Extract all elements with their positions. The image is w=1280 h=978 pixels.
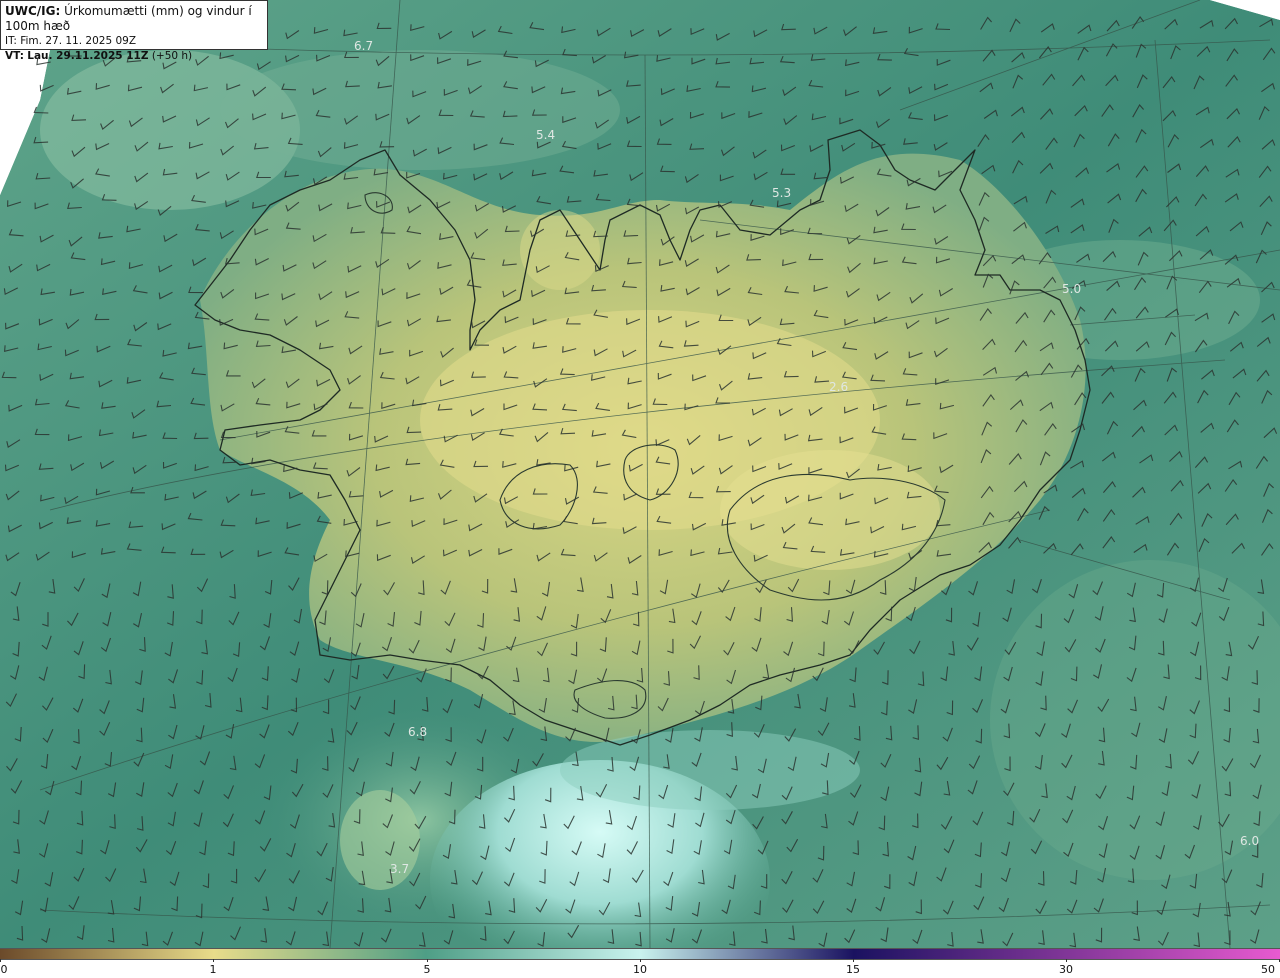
colorbar-tick <box>213 959 214 962</box>
label-5-0: 5.0 <box>1062 282 1081 296</box>
colorbar-tick-label: 0 <box>0 963 8 976</box>
colorbar-tick <box>1066 959 1067 962</box>
label-5-4: 5.4 <box>536 128 555 142</box>
colorbar-tick-label: 1 <box>209 963 217 976</box>
colorbar-tick-label: 10 <box>633 963 647 976</box>
colorbar-tick <box>640 959 641 962</box>
label-6-8: 6.8 <box>408 725 427 739</box>
colorbar-tick <box>427 959 428 962</box>
title-line: UWC/IG: Úrkomumætti (mm) og vindur í 100… <box>5 4 263 34</box>
label-6-0: 6.0 <box>1240 834 1259 848</box>
colorbar-tick-label: 50 <box>1261 963 1275 976</box>
label-3-7: 3.7 <box>390 862 409 876</box>
forecast-info-box: UWC/IG: Úrkomumætti (mm) og vindur í 100… <box>0 0 268 62</box>
colorbar-tick-label: 15 <box>846 963 860 976</box>
colorbar-tick-label: 5 <box>423 963 431 976</box>
label-2-6: 2.6 <box>829 380 848 394</box>
label-6-7: 6.7 <box>354 39 373 53</box>
valid-prefix: VT: <box>5 50 24 62</box>
model-name: UWC/IG: <box>5 4 61 18</box>
colorbar-legend: 0 1 5 10 15 30 50 <box>0 948 1280 978</box>
colorbar-tick <box>0 959 1 962</box>
valid-time: Lau. 29.11.2025 11Z <box>27 50 149 62</box>
label-5-3: 5.3 <box>772 186 791 200</box>
colorbar-tick <box>853 959 854 962</box>
lead-time: (+50 h) <box>151 50 193 62</box>
init-time: IT: Fim. 27. 11. 2025 09Z <box>5 35 137 47</box>
valid-time-line: VT: Lau. 29.11.2025 11Z (+50 h) <box>5 49 263 64</box>
map-canvas: 6.7 5.4 5.3 5.0 2.6 6.8 3.7 6.0 <box>0 0 1280 948</box>
forecast-map: 6.7 5.4 5.3 5.0 2.6 6.8 3.7 6.0 UWC/IG: … <box>0 0 1280 948</box>
colorbar-tick-label: 30 <box>1059 963 1073 976</box>
